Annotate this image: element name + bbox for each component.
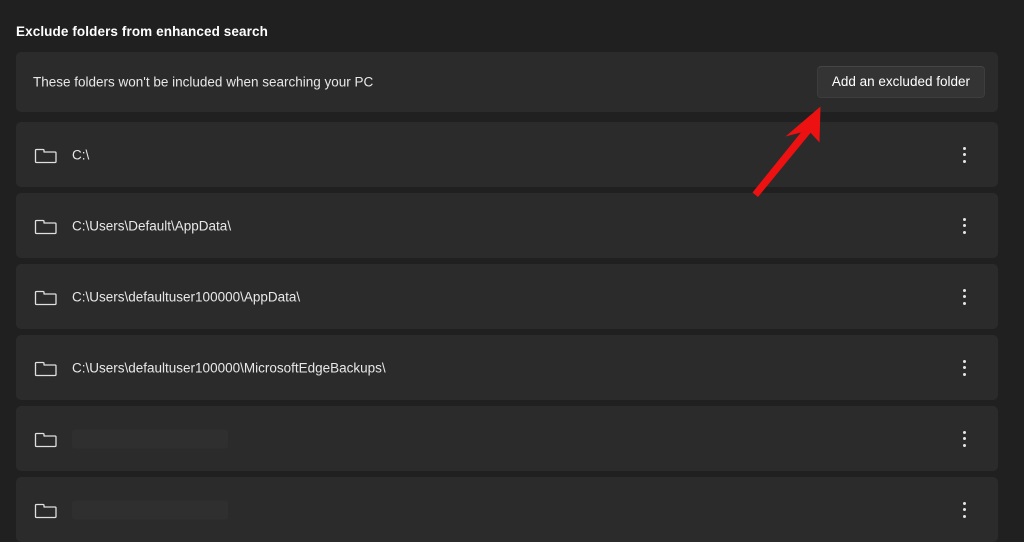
kebab-menu-icon[interactable] <box>954 285 974 309</box>
page-title: Exclude folders from enhanced search <box>16 24 268 39</box>
excluded-folder-row[interactable] <box>16 477 998 542</box>
folder-icon <box>33 426 59 452</box>
folder-path-label: C:\ <box>72 147 89 162</box>
header-description: These folders won't be included when sea… <box>33 75 373 90</box>
folder-icon <box>33 497 59 523</box>
kebab-menu-icon[interactable] <box>954 356 974 380</box>
kebab-menu-icon[interactable] <box>954 498 974 522</box>
folder-icon <box>33 142 59 168</box>
excluded-folder-row[interactable]: C:\Users\defaultuser100000\MicrosoftEdge… <box>16 335 998 400</box>
kebab-menu-icon[interactable] <box>954 143 974 167</box>
excluded-folder-row[interactable] <box>16 406 998 471</box>
folder-icon <box>33 284 59 310</box>
kebab-menu-icon[interactable] <box>954 427 974 451</box>
kebab-menu-icon[interactable] <box>954 214 974 238</box>
add-excluded-folder-button[interactable]: Add an excluded folder <box>817 66 985 98</box>
excluded-folders-header-card: These folders won't be included when sea… <box>16 52 998 112</box>
folder-path-label: C:\Users\Default\AppData\ <box>72 218 231 233</box>
folder-path-label: C:\Users\defaultuser100000\AppData\ <box>72 289 300 304</box>
folder-icon <box>33 355 59 381</box>
folder-icon <box>33 213 59 239</box>
excluded-folder-row[interactable]: C:\Users\defaultuser100000\AppData\ <box>16 264 998 329</box>
excluded-folder-row[interactable]: C:\ <box>16 122 998 187</box>
folder-path-placeholder <box>72 429 228 448</box>
folder-path-placeholder <box>72 500 228 519</box>
excluded-folder-row[interactable]: C:\Users\Default\AppData\ <box>16 193 998 258</box>
folder-path-label: C:\Users\defaultuser100000\MicrosoftEdge… <box>72 360 386 375</box>
settings-page: Exclude folders from enhanced search The… <box>0 0 1024 539</box>
